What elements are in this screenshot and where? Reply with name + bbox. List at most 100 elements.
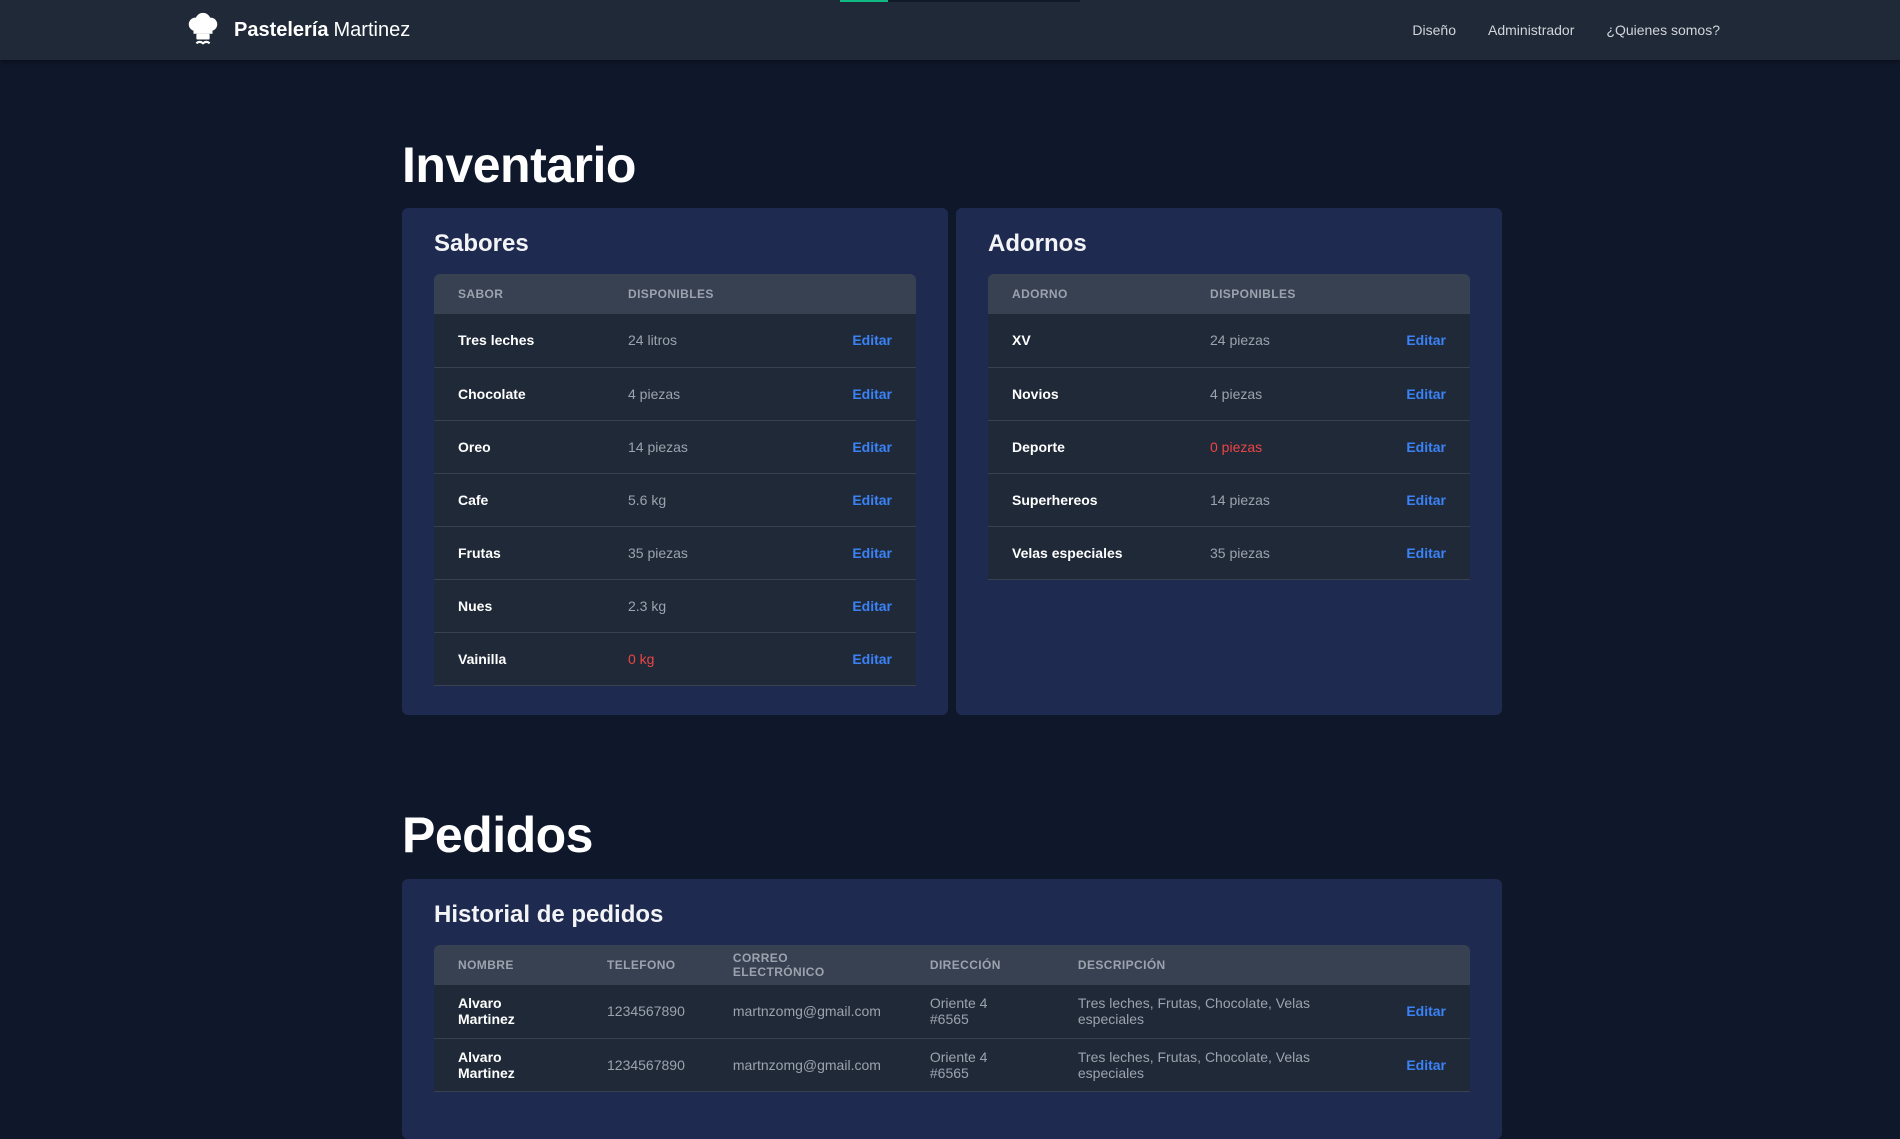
column-header-descripcion: Descripción [1077, 958, 1166, 972]
order-phone: 1234567890 [607, 1056, 685, 1073]
edit-button[interactable]: Editar [1406, 386, 1446, 402]
edit-button[interactable]: Editar [852, 386, 892, 402]
table-row: Vainilla 0 kg Editar [434, 632, 916, 685]
table-header-row: Sabor Disponibles [434, 274, 916, 314]
item-quantity: 4 piezas [628, 385, 681, 402]
item-quantity: 4 piezas [1210, 385, 1263, 402]
table-header-row: Adorno Disponibles [988, 274, 1470, 314]
item-quantity: 0 kg [628, 650, 655, 667]
item-name: Oreo [458, 438, 491, 455]
edit-button[interactable]: Editar [1406, 545, 1446, 561]
edit-button[interactable]: Editar [852, 332, 892, 348]
order-email: martnzomg@gmail.com [732, 1003, 881, 1020]
order-description: Tres leches, Frutas, Chocolate, Velas es… [1077, 995, 1311, 1028]
column-header-direccion: Dirección [929, 958, 1001, 972]
edit-cell: Editar [1358, 526, 1470, 579]
table-row: Oreo 14 piezas Editar [434, 420, 916, 473]
table-row: Tres leches 24 litros Editar [434, 314, 916, 367]
order-name: Alvaro Martinez [458, 1048, 515, 1081]
edit-cell: Editar [1358, 473, 1470, 526]
loading-bar-progress [840, 0, 888, 2]
table-row: Deporte 0 piezas Editar [988, 420, 1470, 473]
item-name: Frutas [458, 544, 501, 561]
table-row: XV 24 piezas Editar [988, 314, 1470, 367]
item-quantity: 35 piezas [628, 544, 688, 561]
column-header-actions [1358, 274, 1470, 314]
nav-links: Diseño Administrador ¿Quienes somos? [1412, 0, 1720, 60]
brand-name: Pastelería [234, 18, 329, 41]
edit-cell: Editar [792, 367, 916, 420]
edit-button[interactable]: Editar [1406, 439, 1446, 455]
pedidos-title: Pedidos [402, 807, 593, 863]
sabores-table: Sabor Disponibles Tres leches 24 litros Ed… [434, 274, 916, 686]
nav-link-diseno[interactable]: Diseño [1412, 22, 1456, 38]
column-header-actions [792, 274, 916, 314]
column-header-disponibles: Disponibles [1210, 287, 1296, 301]
item-quantity: 5.6 kg [628, 491, 667, 508]
order-address: Oriente 4 #6565 [929, 1048, 988, 1081]
item-quantity: 14 piezas [628, 438, 688, 455]
item-name: Chocolate [458, 385, 526, 402]
table-header-row: Nombre Telefono Correo electrónico Direc… [434, 945, 1470, 985]
top-navbar: Pastelería Martinez Diseño Administrador… [0, 0, 1900, 60]
edit-cell: Editar [792, 420, 916, 473]
edit-button[interactable]: Editar [852, 651, 892, 667]
table-row: Novios 4 piezas Editar [988, 367, 1470, 420]
edit-cell: Editar [792, 473, 916, 526]
table-row: Cafe 5.6 kg Editar [434, 473, 916, 526]
historial-card: Historial de pedidos Nombre Telefono Cor… [402, 879, 1502, 1139]
column-header-telefono: Telefono [607, 958, 676, 972]
table-row: Alvaro Martinez 1234567890 martnzomg@gmail… [434, 1038, 1470, 1091]
order-description: Tres leches, Frutas, Chocolate, Velas es… [1077, 1048, 1311, 1081]
edit-cell: Editar [1382, 985, 1470, 1038]
edit-cell: Editar [1382, 1038, 1470, 1091]
edit-button[interactable]: Editar [852, 492, 892, 508]
column-header-correo: Correo electrónico [732, 951, 825, 979]
order-email: martnzomg@gmail.com [732, 1056, 881, 1073]
item-quantity: 2.3 kg [628, 597, 667, 614]
edit-cell: Editar [792, 632, 916, 685]
edit-cell: Editar [1358, 314, 1470, 367]
column-header-adorno: Adorno [1012, 287, 1068, 301]
table-row: Superhereos 14 piezas Editar [988, 473, 1470, 526]
edit-button[interactable]: Editar [852, 545, 892, 561]
edit-button[interactable]: Editar [852, 598, 892, 614]
inventario-title: Inventario [402, 137, 636, 193]
historial-title: Historial de pedidos [434, 901, 664, 928]
column-header-actions [1382, 945, 1470, 985]
nav-link-quienes-somos[interactable]: ¿Quienes somos? [1606, 22, 1720, 38]
edit-button[interactable]: Editar [1406, 332, 1446, 348]
nav-link-administrador[interactable]: Administrador [1488, 22, 1574, 38]
edit-button[interactable]: Editar [1406, 492, 1446, 508]
item-name: Deporte [1012, 438, 1065, 455]
item-quantity: 24 litros [628, 332, 678, 349]
item-name: Nues [458, 597, 493, 614]
order-name: Alvaro Martinez [458, 995, 515, 1028]
edit-button[interactable]: Editar [1406, 1057, 1446, 1073]
edit-cell: Editar [792, 526, 916, 579]
item-name: Tres leches [458, 332, 535, 349]
item-name: Velas especiales [1012, 544, 1123, 561]
edit-cell: Editar [1358, 367, 1470, 420]
brand-link[interactable]: Pastelería Martinez [184, 12, 410, 48]
column-header-disponibles: Disponibles [628, 287, 714, 301]
item-name: Cafe [458, 491, 489, 508]
table-row: Frutas 35 piezas Editar [434, 526, 916, 579]
chef-hat-icon [188, 12, 218, 45]
edit-button[interactable]: Editar [1406, 1003, 1446, 1019]
adornos-title: Adornos [988, 230, 1087, 257]
column-header-sabor: Sabor [458, 287, 504, 301]
item-name: Superhereos [1012, 491, 1098, 508]
sabores-card: Sabores Sabor Disponibles Tres leches 24 … [402, 208, 948, 715]
table-row: Nues 2.3 kg Editar [434, 579, 916, 632]
edit-cell: Editar [792, 579, 916, 632]
order-phone: 1234567890 [607, 1003, 685, 1020]
table-row: Velas especiales 35 piezas Editar [988, 526, 1470, 579]
adornos-card: Adornos Adorno Disponibles XV 24 piezas Ed… [956, 208, 1502, 715]
item-quantity: 14 piezas [1210, 491, 1270, 508]
column-header-nombre: Nombre [458, 958, 514, 972]
edit-button[interactable]: Editar [852, 439, 892, 455]
edit-cell: Editar [1358, 420, 1470, 473]
brand-surname: Martinez [333, 18, 411, 41]
table-row: Chocolate 4 piezas Editar [434, 367, 916, 420]
